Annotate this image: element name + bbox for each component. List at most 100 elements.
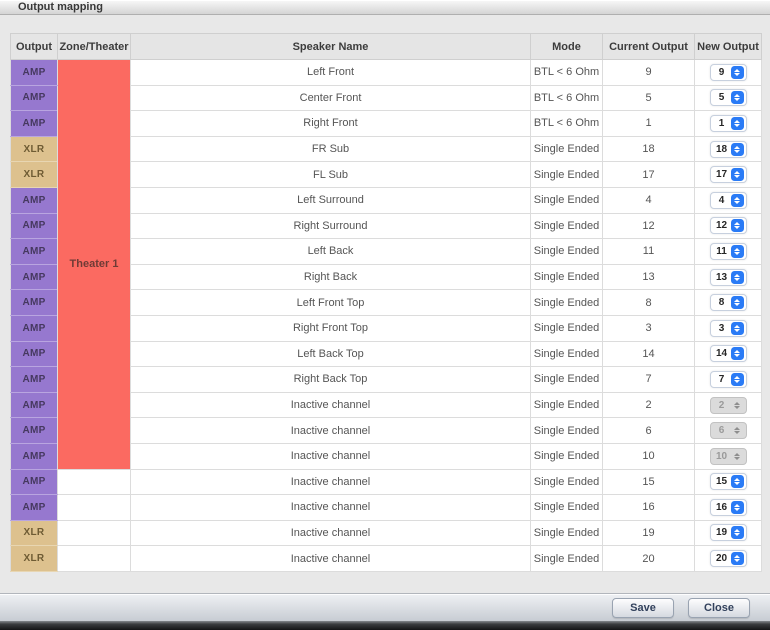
page-title: Output mapping — [18, 1, 103, 13]
table-row: AMP Inactive channel Single Ended 15 15 — [10, 468, 762, 496]
mode-cell: Single Ended — [530, 263, 603, 291]
new-output-cell: 6 — [694, 417, 762, 444]
table-row: AMP Theater 1 Left Front BTL < 6 Ohm 9 9 — [10, 59, 762, 470]
new-output-stepper[interactable]: 17 — [709, 166, 747, 184]
table-body: AMP Theater 1 Left Front BTL < 6 Ohm 9 9 AMP Ce… — [10, 59, 762, 572]
stepper-arrows-icon[interactable] — [730, 91, 744, 105]
stepper-value: 17 — [715, 169, 728, 181]
stepper-value: 2 — [718, 399, 725, 411]
column-header-mode: Mode — [530, 33, 603, 60]
new-output-stepper[interactable]: 4 — [709, 191, 747, 209]
stepper-arrows-icon[interactable] — [730, 296, 744, 310]
stepper-value: 12 — [715, 220, 728, 232]
stepper-arrows-icon[interactable] — [730, 552, 744, 566]
stepper-value: 13 — [715, 271, 728, 283]
zone-theater-cell: Theater 1 — [57, 59, 131, 470]
close-button[interactable]: Close — [688, 597, 750, 618]
current-output-cell: 5 — [602, 84, 695, 112]
new-output-stepper[interactable]: 7 — [709, 370, 747, 388]
mode-cell: BTL < 6 Ohm — [530, 59, 603, 86]
stepper-value: 8 — [718, 297, 725, 309]
new-output-stepper[interactable]: 12 — [709, 217, 747, 235]
current-output-cell: 4 — [602, 186, 695, 214]
speaker-name-cell: Inactive channel — [130, 519, 531, 547]
speaker-name-cell: Inactive channel — [130, 417, 531, 444]
current-output-cell: 3 — [602, 314, 695, 342]
current-output-cell: 18 — [602, 135, 695, 163]
stepper-arrows-icon[interactable] — [730, 142, 744, 156]
new-output-stepper[interactable]: 5 — [709, 89, 747, 107]
stepper-value: 9 — [718, 66, 725, 78]
new-output-stepper[interactable]: 8 — [709, 294, 747, 312]
new-output-cell: 11 — [694, 238, 762, 265]
new-output-stepper[interactable]: 15 — [709, 473, 747, 491]
new-output-stepper[interactable]: 3 — [709, 319, 747, 337]
new-output-stepper[interactable]: 18 — [709, 140, 747, 158]
output-type-badge: AMP — [10, 238, 58, 265]
current-output-cell: 2 — [602, 391, 695, 419]
stepper-arrows-icon[interactable] — [730, 347, 744, 361]
mode-cell: Single Ended — [530, 212, 603, 240]
mode-cell: BTL < 6 Ohm — [530, 84, 603, 112]
speaker-name-cell: Left Front Top — [130, 289, 531, 316]
stepper-arrows-icon[interactable] — [730, 321, 744, 335]
new-output-cell: 8 — [694, 289, 762, 316]
table-row: AMP Inactive channel Single Ended 16 16 — [10, 494, 762, 521]
mode-cell: Single Ended — [530, 186, 603, 214]
stepper-value: 7 — [718, 373, 725, 385]
mode-cell: Single Ended — [530, 468, 603, 496]
new-output-stepper[interactable]: 14 — [709, 345, 747, 363]
current-output-cell: 13 — [602, 263, 695, 291]
stepper-arrows-icon[interactable] — [730, 270, 744, 284]
new-output-cell: 16 — [694, 494, 762, 521]
stepper-arrows-icon[interactable] — [730, 168, 744, 182]
new-output-cell: 14 — [694, 340, 762, 368]
zone-theater-cell-empty — [57, 519, 131, 547]
current-output-cell: 8 — [602, 289, 695, 316]
speaker-name-cell: Right Surround — [130, 212, 531, 240]
stepper-arrows-icon[interactable] — [730, 65, 744, 79]
stepper-arrows-icon[interactable] — [730, 475, 744, 489]
current-output-cell: 16 — [602, 494, 695, 521]
column-header-zone: Zone/Theater — [57, 33, 131, 60]
current-output-cell: 19 — [602, 519, 695, 547]
current-output-cell: 20 — [602, 545, 695, 572]
stepper-arrows-icon[interactable] — [730, 500, 744, 514]
stepper-value: 5 — [718, 92, 725, 104]
stepper-arrows-icon[interactable] — [730, 372, 744, 386]
stepper-value: 15 — [715, 476, 728, 488]
footer-bar: Save Close — [0, 593, 770, 621]
stepper-arrows-icon[interactable] — [730, 219, 744, 233]
output-type-badge: AMP — [10, 494, 58, 521]
new-output-stepper[interactable]: 1 — [709, 114, 747, 132]
stepper-value: 14 — [715, 348, 728, 360]
output-mapping-table-container: Output Zone/Theater Speaker Name Mode Curren… — [10, 33, 762, 572]
new-output-stepper[interactable]: 13 — [709, 268, 747, 286]
new-output-stepper[interactable]: 20 — [709, 550, 747, 568]
mode-cell: Single Ended — [530, 289, 603, 316]
output-type-badge: AMP — [10, 289, 58, 316]
new-output-stepper[interactable]: 19 — [709, 524, 747, 542]
stepper-arrows-icon[interactable] — [730, 116, 744, 130]
output-type-badge: XLR — [10, 519, 58, 547]
stepper-value: 4 — [718, 194, 725, 206]
output-type-badge: AMP — [10, 340, 58, 368]
speaker-name-cell: Right Front Top — [130, 314, 531, 342]
stepper-arrows-icon[interactable] — [730, 244, 744, 258]
new-output-cell: 19 — [694, 519, 762, 547]
stepper-arrows-icon[interactable] — [730, 526, 744, 540]
speaker-name-cell: Inactive channel — [130, 468, 531, 496]
new-output-stepper: 10 — [709, 447, 747, 465]
new-output-stepper[interactable]: 16 — [709, 498, 747, 516]
output-type-badge: AMP — [10, 366, 58, 393]
column-header-new: New Output — [694, 33, 762, 60]
new-output-cell: 20 — [694, 545, 762, 572]
stepper-arrows-icon[interactable] — [730, 193, 744, 207]
current-output-cell: 14 — [602, 340, 695, 368]
new-output-stepper[interactable]: 9 — [709, 63, 747, 81]
mode-cell: Single Ended — [530, 135, 603, 163]
output-type-badge: AMP — [10, 417, 58, 444]
save-button[interactable]: Save — [612, 597, 674, 618]
new-output-stepper[interactable]: 11 — [709, 242, 747, 260]
output-type-badge: AMP — [10, 110, 58, 137]
